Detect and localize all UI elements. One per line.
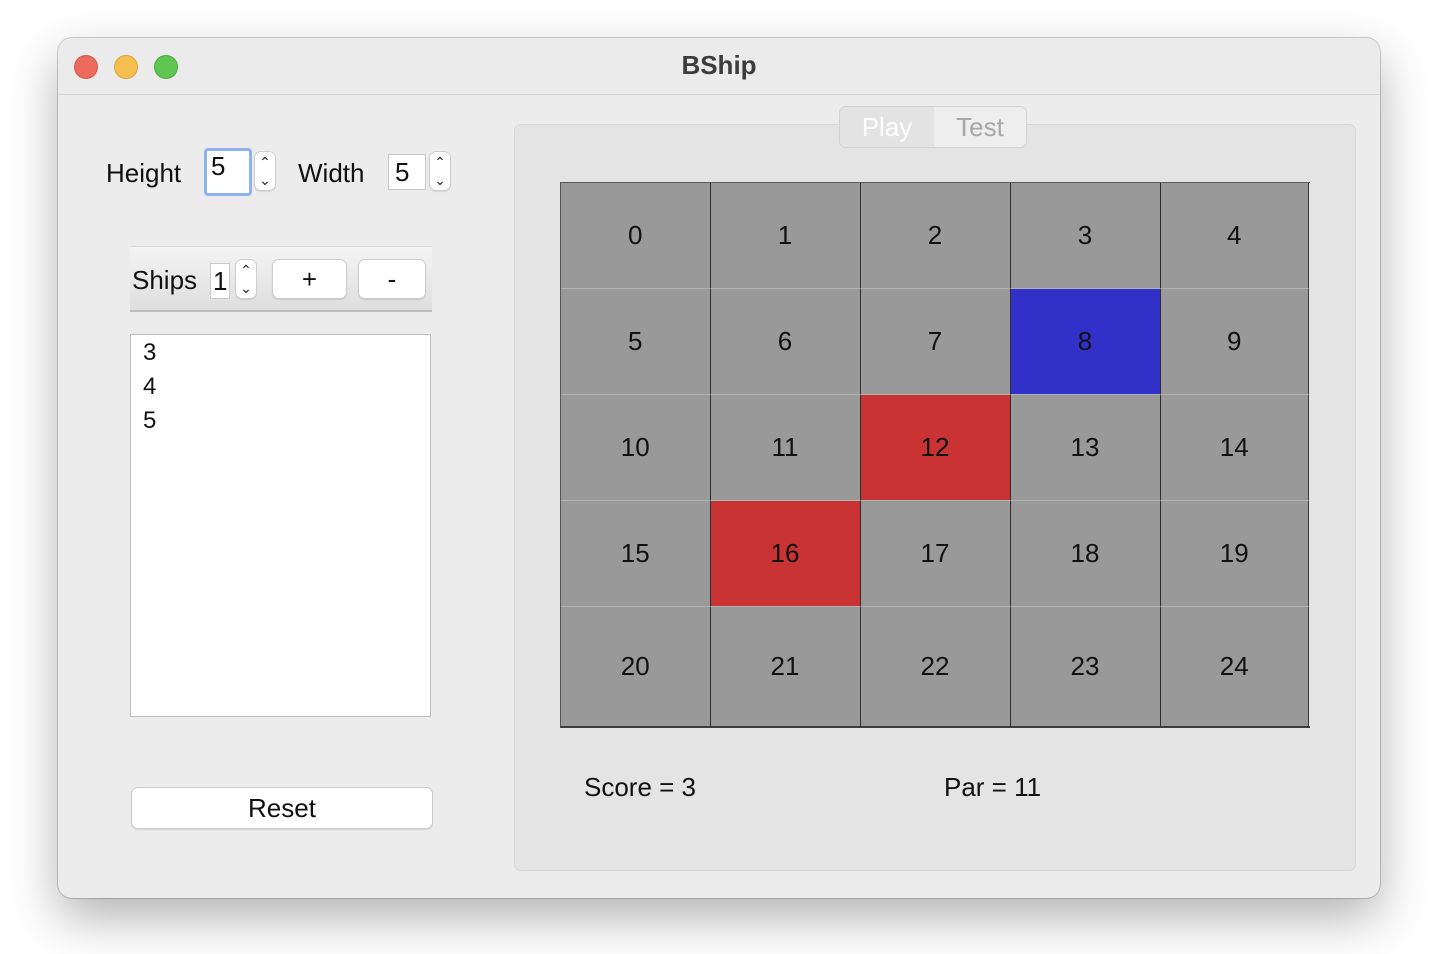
board-cell[interactable]: 16 [710,501,861,607]
width-label: Width [298,158,365,188]
game-board: 0 1 2 3 4 5 6 7 8 9 10 11 12 13 14 15 16 17 18 19 20 21 22 23 24 [560,182,1310,728]
ships-toolbar: Ships 1 ⌃ ⌄ + - [130,246,432,312]
board-cell[interactable]: 10 [561,395,711,501]
chevron-down-icon[interactable]: ⌄ [430,171,450,189]
board-cell[interactable]: 3 [1010,183,1161,289]
board-cell[interactable]: 19 [1160,501,1309,607]
app-window: BShip Height 5 ⌃ ⌄ Width 5 ⌃ ⌄ Ships 1 ⌃… [58,38,1380,898]
board-cell[interactable]: 1 [710,183,861,289]
score-label: Score = 3 [584,772,697,802]
list-item[interactable]: 4 [143,373,156,401]
chevron-up-icon[interactable]: ⌃ [430,153,450,171]
width-stepper[interactable]: ⌃ ⌄ [429,151,451,191]
board-cell[interactable]: 23 [1010,607,1161,726]
ships-label: Ships [132,265,198,295]
reset-button[interactable]: Reset [131,787,433,829]
board-cell[interactable]: 8 [1010,289,1161,395]
window-title: BShip [681,50,757,80]
board-cell[interactable]: 7 [860,289,1011,395]
board-cell[interactable]: 5 [561,289,711,395]
list-item[interactable]: 3 [143,339,156,367]
ships-stepper[interactable]: ⌃ ⌄ [235,259,257,299]
board-cell[interactable]: 15 [561,501,711,607]
board-cell[interactable]: 17 [860,501,1011,607]
tab-play[interactable]: Play [840,107,934,147]
board-cell[interactable]: 0 [561,183,711,289]
board-cell[interactable]: 9 [1160,289,1309,395]
height-input[interactable]: 5 [204,148,252,196]
board-cell[interactable]: 18 [1010,501,1161,607]
board-cell[interactable]: 12 [860,395,1011,501]
board-cell[interactable]: 2 [860,183,1011,289]
ship-list[interactable]: 3 4 5 [130,334,431,717]
list-item[interactable]: 5 [143,407,156,435]
remove-ship-button[interactable]: - [358,259,426,299]
ships-input[interactable]: 1 [210,263,230,299]
board-cell[interactable]: 14 [1160,395,1309,501]
chevron-down-icon[interactable]: ⌄ [255,171,275,189]
add-ship-button[interactable]: + [272,259,347,299]
board-cell[interactable]: 11 [710,395,861,501]
title-bar: BShip [58,38,1380,95]
chevron-down-icon[interactable]: ⌄ [236,279,256,297]
board-cell[interactable]: 4 [1160,183,1309,289]
height-label: Height [106,158,182,188]
chevron-up-icon[interactable]: ⌃ [255,153,275,171]
chevron-up-icon[interactable]: ⌃ [236,261,256,279]
board-cell[interactable]: 20 [561,607,711,726]
mode-tabs: Play Test [839,106,1027,148]
board-cell[interactable]: 24 [1160,607,1309,726]
tab-test[interactable]: Test [934,107,1026,147]
board-cell[interactable]: 21 [710,607,861,726]
width-input[interactable]: 5 [388,154,426,190]
board-cell[interactable]: 6 [710,289,861,395]
board-cell[interactable]: 13 [1010,395,1161,501]
board-cell[interactable]: 22 [860,607,1011,726]
par-label: Par = 11 [944,772,1042,802]
height-stepper[interactable]: ⌃ ⌄ [254,151,276,191]
